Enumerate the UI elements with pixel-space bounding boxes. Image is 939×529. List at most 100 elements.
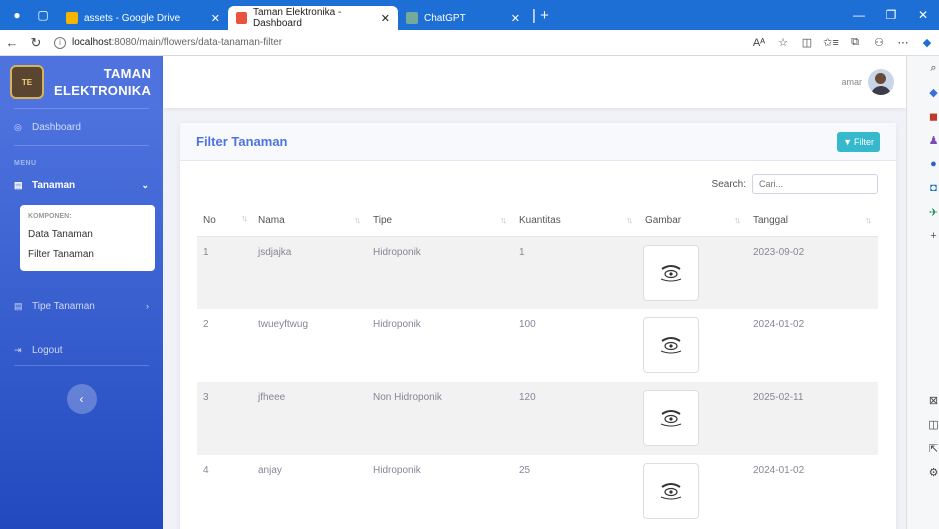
tab-title: assets - Google Drive — [84, 12, 181, 24]
plant-image[interactable] — [643, 317, 699, 373]
browser-tab-google-drive[interactable]: assets - Google Drive ✕ — [58, 6, 228, 30]
column-header-label: Kuantitas — [519, 215, 561, 227]
column-header-kuantitas[interactable]: Kuantitas ↑↓ — [513, 206, 639, 237]
plant-image[interactable] — [643, 463, 699, 519]
back-icon[interactable]: ← — [0, 35, 24, 50]
sidebar-toggle-button[interactable]: ‹ — [66, 384, 97, 414]
sort-icon: ↑↓ — [865, 215, 872, 225]
cell-no: 2 — [203, 319, 209, 330]
sort-icon: ↑↓ — [354, 215, 361, 225]
new-tab-icon[interactable]: | + — [532, 7, 549, 24]
filter-button[interactable]: ▼ Filter — [837, 131, 880, 152]
close-tab-icon[interactable]: ✕ — [381, 12, 390, 25]
column-header-gambar[interactable]: Gambar ↑↓ — [639, 206, 747, 237]
sidebar-item-label: Dashboard — [32, 121, 81, 133]
profile-icon[interactable]: ● — [8, 6, 26, 24]
table-row: 3 jfheee Non Hidroponik 120 2025-02-11 — [197, 382, 878, 455]
filter-card: Filter Tanaman ▼ Filter Search: No ↑↓ Nam… — [180, 123, 896, 529]
sidebar-item-tanaman[interactable]: ▤ Tanaman ⌄ — [0, 173, 163, 197]
search-label: Search: — [711, 178, 746, 190]
google-drive-icon — [66, 12, 78, 24]
collections-icon[interactable]: ⧉ — [843, 36, 867, 49]
edge-sidebar: ⌕ ◆ ◼ ♟ ● ◘ ✈ + ⊠ ◫ ⇱ ⚙ — [906, 56, 939, 529]
plant-logo-icon — [660, 264, 682, 281]
tanaman-submenu: KOMPONEN: Data Tanaman Filter Tanaman — [20, 205, 155, 271]
browser-tab-dashboard[interactable]: Taman Elektronika - Dashboard ✕ — [228, 6, 398, 30]
column-header-no[interactable]: No ↑↓ — [197, 206, 252, 237]
close-window-icon[interactable]: ✕ — [907, 8, 939, 22]
browser-tab-chatgpt[interactable]: ChatGPT ✕ — [398, 6, 528, 30]
browser-actions: A͏ᴬ ☆ ◫ ✩≡ ⧉ ⚇ ⋯ ◆ — [747, 36, 939, 49]
avatar[interactable] — [868, 69, 894, 95]
plant-image[interactable] — [643, 244, 699, 301]
split-screen-icon[interactable]: ◫ — [795, 36, 819, 49]
sidebar-layout-icon[interactable]: ◫ — [917, 412, 939, 436]
brand[interactable]: TE TAMAN ELEKTRONIKA — [0, 56, 163, 108]
cell-tanggal: 2023-09-02 — [747, 236, 878, 309]
cell-kuantitas: 1 — [513, 236, 639, 309]
column-header-nama[interactable]: Nama ↑↓ — [252, 206, 367, 237]
cell-gambar — [639, 236, 747, 309]
browser-tab-bar: ● ▢ assets - Google Drive ✕ Taman Elektr… — [0, 0, 939, 30]
data-table: No ↑↓ Nama ↑↓ Tipe ↑↓ Kuantitas ↑↓ Gambar ↑↓ … — [197, 206, 878, 528]
brand-line-1: TAMAN — [103, 66, 152, 81]
site-favicon-icon — [236, 12, 247, 24]
office-icon[interactable]: ● — [917, 152, 939, 176]
add-app-icon[interactable]: + — [917, 224, 939, 248]
screenshot-icon[interactable]: ⊠ — [917, 388, 939, 412]
close-tab-icon[interactable]: ✕ — [211, 12, 220, 25]
hide-sidebar-icon[interactable]: ⇱ — [917, 436, 939, 460]
column-header-tanggal[interactable]: Tanggal ↑↓ — [747, 206, 878, 237]
filter-icon: ▼ — [843, 136, 852, 147]
submenu-item-data-tanaman[interactable]: Data Tanaman — [20, 225, 155, 245]
search-input[interactable] — [752, 174, 878, 194]
extensions-icon[interactable]: ⚇ — [867, 36, 891, 49]
cell-nama: twueyftwug — [258, 319, 309, 330]
chevron-left-icon: ‹ — [79, 392, 84, 406]
sidebar-item-logout[interactable]: ⇥ Logout — [0, 335, 163, 365]
column-header-tipe[interactable]: Tipe ↑↓ — [367, 206, 513, 237]
favorite-star-icon[interactable]: ☆ — [771, 36, 795, 49]
settings-icon[interactable]: ⚙ — [917, 460, 939, 484]
drop-icon[interactable]: ✈ — [917, 200, 939, 224]
address-bar: ← ↻ i localhost :8080/main/flowers/data-… — [0, 30, 939, 56]
divider — [14, 365, 149, 366]
shopping-icon[interactable]: ◼ — [917, 104, 939, 128]
more-icon[interactable]: ⋯ — [891, 36, 915, 49]
sort-icon: ↑↓ — [734, 215, 741, 225]
column-header-label: Gambar — [645, 215, 682, 227]
favorites-list-icon[interactable]: ✩≡ — [819, 36, 843, 49]
plant-logo-icon — [660, 337, 682, 354]
cell-no: 1 — [197, 236, 252, 309]
url-field[interactable]: i localhost :8080/main/flowers/data-tana… — [54, 36, 282, 49]
refresh-icon[interactable]: ↻ — [24, 35, 48, 51]
table-row: 4 anjay Hidroponik 25 2024-01-02 — [197, 455, 878, 528]
plant-image[interactable] — [643, 390, 699, 446]
tab-title: ChatGPT — [424, 12, 466, 24]
outlook-icon[interactable]: ◘ — [917, 176, 939, 200]
read-aloud-icon[interactable]: A͏ᴬ — [747, 37, 771, 49]
minimize-icon[interactable]: — — [843, 8, 875, 22]
sidebar-item-tipe-tanaman[interactable]: ▤ Tipe Tanaman › — [0, 291, 163, 321]
cell-tanggal: 2024-01-02 — [753, 465, 805, 476]
tab-actions-icon[interactable]: ▢ — [34, 6, 52, 24]
submenu-item-filter-tanaman[interactable]: Filter Tanaman — [20, 245, 155, 265]
cell-tipe: Hidroponik — [373, 465, 421, 476]
dashboard-icon: ◎ — [14, 121, 22, 132]
cell-gambar — [639, 382, 747, 455]
close-tab-icon[interactable]: ✕ — [511, 12, 520, 25]
sort-icon: ↑↓ — [241, 213, 248, 223]
games-icon[interactable]: ♟ — [917, 128, 939, 152]
copilot-app-icon[interactable]: ◆ — [917, 80, 939, 104]
cell-gambar — [639, 455, 747, 528]
copilot-icon[interactable]: ◆ — [915, 36, 939, 49]
sort-icon: ↑↓ — [500, 215, 507, 225]
user-name[interactable]: amar — [841, 77, 862, 87]
chevron-right-icon: › — [146, 301, 149, 311]
sidebar-item-dashboard[interactable]: ◎ Dashboard — [0, 109, 163, 145]
search-icon[interactable]: ⌕ — [917, 56, 939, 80]
cell-tanggal: 2025-02-11 — [747, 382, 878, 455]
restore-icon[interactable]: ❐ — [875, 8, 907, 22]
url-host: localhost — [72, 37, 112, 48]
info-icon[interactable]: i — [54, 36, 66, 49]
